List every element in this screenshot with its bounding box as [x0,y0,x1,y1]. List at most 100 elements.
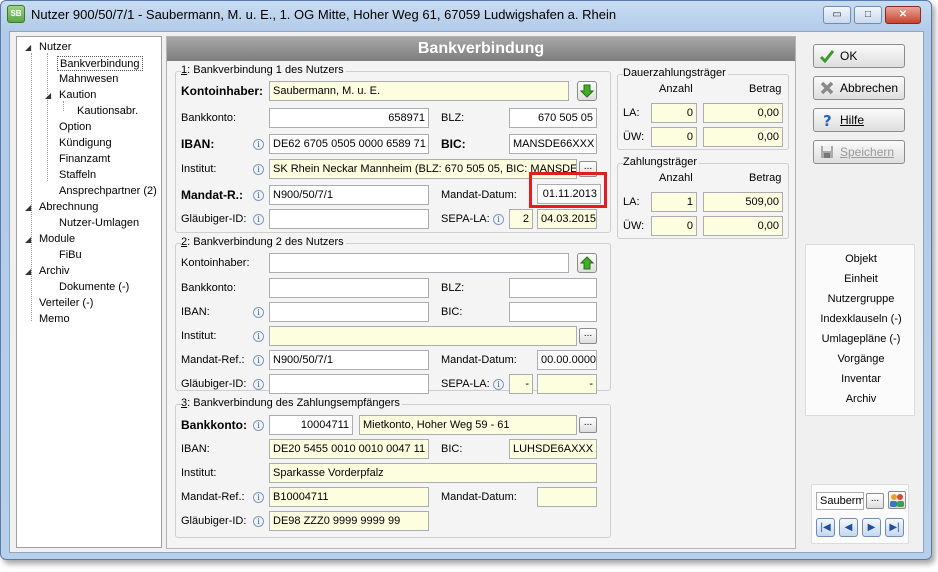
tree-expand-icon[interactable]: ◢ [25,235,31,244]
mandat-datum-field[interactable] [537,487,597,507]
dauer-uew-betrag[interactable]: 0,00 [703,127,783,147]
info-icon[interactable]: i [253,139,264,150]
users-button[interactable] [888,491,906,509]
tree-item-bankverbindung[interactable]: Bankverbindung [57,56,143,71]
mandat-datum-field[interactable]: 00.00.0000 [537,350,597,370]
iban-field[interactable] [269,302,429,322]
tree-item-kautionsabr[interactable]: Kautionsabr. [77,104,138,119]
tree-item-fibu[interactable]: FiBu [59,248,82,263]
bic-field[interactable]: MANSDE66XXX [509,134,597,154]
info-icon[interactable]: i [253,190,264,201]
bic-field[interactable] [509,302,597,322]
info-icon[interactable]: i [253,379,264,390]
first-record-button[interactable]: |◀ [816,518,835,537]
link-vorgaenge[interactable]: Vorgänge [806,353,916,365]
institut-field[interactable] [269,326,577,346]
tree-item-staffeln[interactable]: Staffeln [59,168,96,183]
tree-expand-icon[interactable]: ◢ [45,91,51,100]
tree-item-abrechnung[interactable]: Abrechnung [39,200,98,215]
kontoinhaber-field[interactable] [269,253,569,273]
info-icon[interactable]: i [253,492,264,503]
mandat-ref-field[interactable]: B10004711 [269,487,429,507]
tree-item-kaution[interactable]: Kaution [59,88,96,103]
tree-item-archiv[interactable]: Archiv [39,264,70,279]
close-button[interactable]: ✕ [885,6,921,24]
info-icon[interactable]: i [253,516,264,527]
glaeubiger-field[interactable] [269,374,429,394]
cancel-button[interactable]: Abbrechen [813,76,905,100]
tree-item-dokumente[interactable]: Dokumente (-) [59,280,129,295]
info-icon[interactable]: i [493,379,504,390]
bankkonto-field[interactable]: 658971 [269,108,429,128]
bankkonto-field[interactable]: 10004711 [269,415,353,435]
sepa-date-field[interactable]: 04.03.2015 [537,209,597,229]
zahl-la-anzahl[interactable]: 1 [651,192,697,212]
iban-field[interactable]: DE20 5455 0010 0010 0047 11 [269,439,429,459]
dauer-la-betrag[interactable]: 0,00 [703,103,783,123]
move-down-button[interactable] [577,81,597,101]
institut-field[interactable]: Sparkasse Vorderpfalz [269,463,597,483]
link-indexklauseln[interactable]: Indexklauseln (-) [806,313,916,325]
mandat-ref-field[interactable]: N900/50/7/1 [269,350,429,370]
search-field[interactable]: Sauberm [816,492,864,510]
tree-item-verteiler[interactable]: Verteiler (-) [39,296,93,311]
search-browse-button[interactable]: ... [866,493,884,509]
tree-expand-icon[interactable]: ◢ [25,203,31,212]
tree-expand-icon[interactable]: ◢ [25,43,31,52]
bankkonto-desc-field[interactable]: Mietkonto, Hoher Weg 59 - 61 [359,415,577,435]
prev-record-button[interactable]: ◀ [839,518,858,537]
move-up-button[interactable] [577,253,597,273]
bankkonto-field[interactable] [269,278,429,298]
kontoinhaber-field[interactable]: Saubermann, M. u. E. [269,81,569,101]
dauer-la-anzahl[interactable]: 0 [651,103,697,123]
info-icon[interactable]: i [493,214,504,225]
info-icon[interactable]: i [253,214,264,225]
link-inventar[interactable]: Inventar [806,373,916,385]
tree-item-nutzer[interactable]: Nutzer [39,40,71,55]
tree-item-memo[interactable]: Memo [39,312,70,327]
link-archiv[interactable]: Archiv [806,393,916,405]
next-record-button[interactable]: ▶ [862,518,881,537]
minimize-button[interactable]: ▭ [823,6,851,24]
zahl-la-betrag[interactable]: 509,00 [703,192,783,212]
info-icon[interactable]: i [253,164,264,175]
tree-item-finanzamt[interactable]: Finanzamt [59,152,110,167]
blz-field[interactable]: 670 505 05 [509,108,597,128]
browse-button[interactable]: ... [579,417,597,433]
link-umlageplaene[interactable]: Umlagepläne (-) [806,333,916,345]
tree-item-option[interactable]: Option [59,120,91,135]
tree-item-module[interactable]: Module [39,232,75,247]
glaeubiger-field[interactable] [269,209,429,229]
bic-field[interactable]: LUHSDE6AXXX [509,439,597,459]
browse-button[interactable]: ... [579,328,597,344]
zahl-uew-anzahl[interactable]: 0 [651,216,697,236]
info-icon[interactable]: i [253,420,264,431]
tree-expand-icon[interactable]: ◢ [25,267,31,276]
sepa-date-field[interactable]: - [537,374,597,394]
tree-item-kuendigung[interactable]: Kündigung [59,136,112,151]
info-icon[interactable]: i [253,307,264,318]
dauer-uew-anzahl[interactable]: 0 [651,127,697,147]
blz-field[interactable] [509,278,597,298]
sepa-count-field[interactable]: 2 [509,209,533,229]
ok-button[interactable]: OK [813,44,905,68]
iban-field[interactable]: DE62 6705 0505 0000 6589 71 [269,134,429,154]
zahl-col-betrag: Betrag [749,172,782,184]
sepa-count-field[interactable]: - [509,374,533,394]
tree-item-mahnwesen[interactable]: Mahnwesen [59,72,118,87]
maximize-button[interactable]: □ [854,6,882,24]
help-button[interactable]: ? Hilfe [813,108,905,132]
info-icon[interactable]: i [253,331,264,342]
mandat-ref-field[interactable]: N900/50/7/1 [269,185,429,205]
link-objekt[interactable]: Objekt [806,253,916,265]
zahl-uew-betrag[interactable]: 0,00 [703,216,783,236]
glaeubiger-field[interactable]: DE98 ZZZ0 9999 9999 99 [269,511,429,531]
save-button[interactable]: Speichern [813,140,905,164]
title-bar[interactable]: SB Nutzer 900/50/7/1 - Saubermann, M. u.… [1,1,931,29]
tree-item-ansprechpartner[interactable]: Ansprechpartner (2) [59,184,157,199]
link-einheit[interactable]: Einheit [806,273,916,285]
info-icon[interactable]: i [253,355,264,366]
link-nutzergruppe[interactable]: Nutzergruppe [806,293,916,305]
last-record-button[interactable]: ▶| [885,518,904,537]
tree-item-nutzer-umlagen[interactable]: Nutzer-Umlagen [59,216,139,231]
